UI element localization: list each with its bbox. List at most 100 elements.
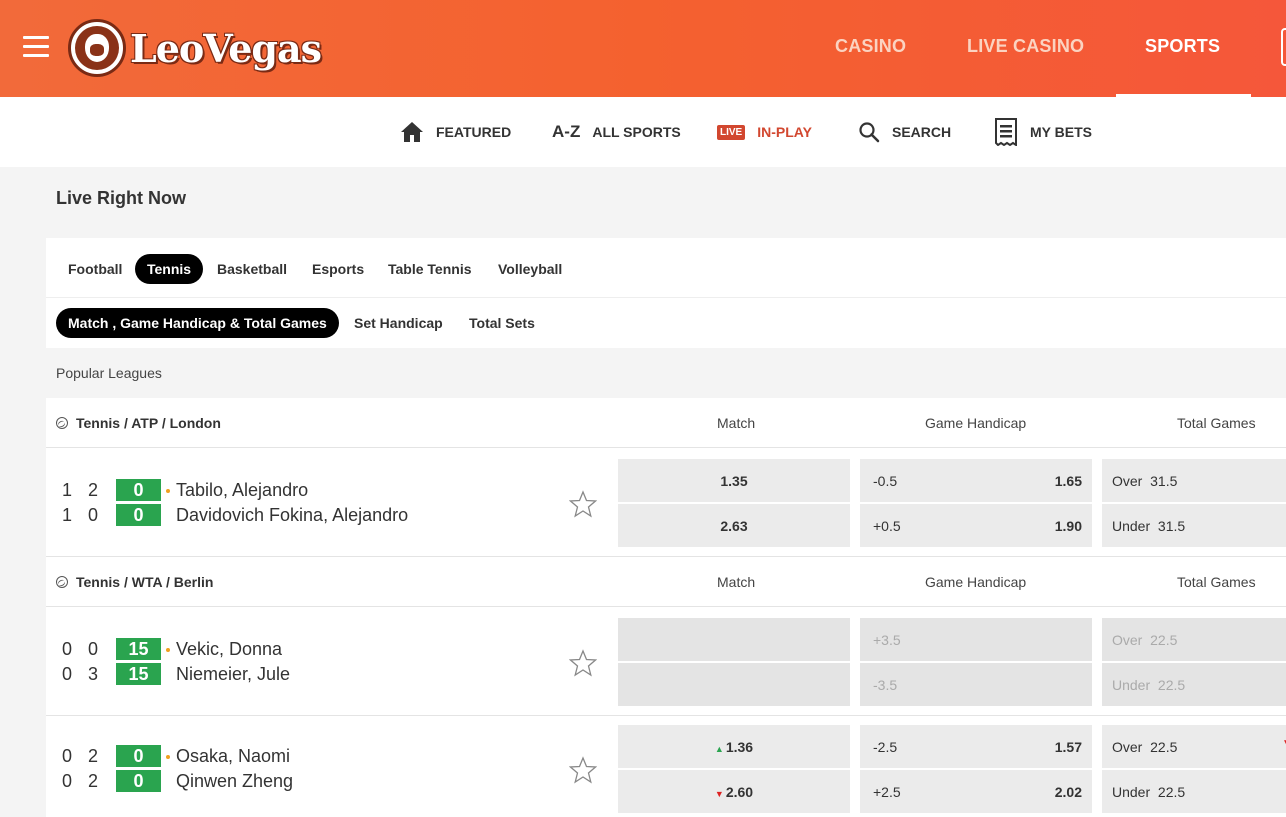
- serve-indicator: [166, 648, 170, 652]
- subnav-featured-label: FEATURED: [436, 124, 512, 140]
- subnav-featured[interactable]: FEATURED: [400, 97, 511, 167]
- league-name: Tennis / ATP / London: [56, 415, 221, 431]
- p2-set2: 0: [87, 505, 98, 525]
- league-header[interactable]: Tennis / ATP / London Match Game Handica…: [46, 398, 1286, 448]
- odd-button-p2-win: [618, 663, 850, 706]
- p2-points: 0: [116, 770, 161, 792]
- player-name: Qinwen Zheng: [176, 771, 294, 791]
- player-name: Davidovich Fokina, Alejandro: [176, 505, 409, 525]
- account-button[interactable]: [1281, 28, 1286, 66]
- league-title: Tennis / ATP / London: [76, 414, 221, 431]
- handicap-line: -2.5: [873, 738, 898, 755]
- favorite-star-icon[interactable]: [569, 490, 597, 518]
- odd-button-handicap-p2[interactable]: +2.5 2.02: [860, 770, 1092, 813]
- odd-button-p2-win[interactable]: 2.63: [618, 504, 850, 547]
- subnav-all-sports[interactable]: A-Z ALL SPORTS: [552, 97, 681, 167]
- subnav-my-bets-label: MY BETS: [1030, 124, 1092, 140]
- total-label: Under 22.5: [1112, 676, 1186, 693]
- col-game-handicap: Game Handicap: [925, 414, 1027, 431]
- betslip-icon: [994, 118, 1018, 146]
- nav-live-casino[interactable]: LIVE CASINO: [967, 36, 1084, 57]
- odd-button-under[interactable]: Under 31.5: [1102, 504, 1286, 547]
- tab-volleyball[interactable]: Volleyball: [486, 254, 574, 284]
- odd-button-handicap-p1[interactable]: -2.5 1.57: [860, 725, 1092, 768]
- total-label: Over 31.5: [1112, 472, 1178, 489]
- odd-value: 2.02: [1054, 783, 1082, 800]
- home-icon: [400, 121, 424, 143]
- league-name: Tennis / WTA / Berlin: [56, 574, 213, 590]
- p2-points: 0: [116, 504, 161, 526]
- handicap-line: +2.5: [873, 783, 901, 800]
- odd-button-p1-win[interactable]: ▲ 1.36: [618, 725, 850, 768]
- p1-set2: 2: [87, 746, 98, 766]
- odd-value: 1.57: [1054, 738, 1082, 755]
- trend-down-icon: ▼: [1282, 738, 1286, 749]
- p2-set2: 2: [87, 771, 98, 791]
- odd-button-p1-win: [618, 618, 850, 661]
- odd-button-over: Over 22.5: [1102, 618, 1286, 661]
- serve-indicator: [166, 489, 170, 493]
- odd-value: 1.65: [1054, 472, 1082, 489]
- p2-set1: 0: [61, 664, 72, 684]
- odd-value: 1.90: [1054, 517, 1082, 534]
- tab-market-match[interactable]: Match , Game Handicap & Total Games: [56, 308, 339, 338]
- odd-button-handicap-p1: +3.5: [860, 618, 1092, 661]
- p2-set2: 3: [87, 664, 98, 684]
- popular-leagues-label: Popular Leagues: [0, 348, 1286, 398]
- p1-set2: 2: [87, 480, 98, 500]
- tab-basketball[interactable]: Basketball: [205, 254, 299, 284]
- tab-market-set-handicap[interactable]: Set Handicap: [342, 308, 455, 338]
- brand-logo[interactable]: LeoVegas: [68, 18, 322, 78]
- trend-up-icon: ▲: [714, 743, 724, 754]
- subnav-my-bets[interactable]: MY BETS: [994, 97, 1092, 167]
- p2-points: 15: [116, 663, 161, 685]
- odd-button-p1-win[interactable]: 1.35: [618, 459, 850, 502]
- odd-button-p2-win[interactable]: ▼ 2.60: [618, 770, 850, 813]
- handicap-line: -0.5: [873, 472, 898, 489]
- live-icon: LIVE: [717, 124, 746, 140]
- nav-casino[interactable]: CASINO: [835, 36, 906, 57]
- match-row[interactable]: 1 2 0 Tabilo, Alejandro 1 0 0 Davidovich…: [46, 448, 1286, 557]
- odd-button-handicap-p2[interactable]: +0.5 1.90: [860, 504, 1092, 547]
- p1-points: 15: [116, 638, 161, 660]
- odd-button-over[interactable]: Over 31.5: [1102, 459, 1286, 502]
- subnav-in-play[interactable]: LIVE IN-PLAY: [717, 97, 812, 167]
- p1-points: 0: [116, 479, 161, 501]
- tab-market-total-sets[interactable]: Total Sets: [457, 308, 547, 338]
- menu-icon[interactable]: [23, 36, 49, 58]
- p1-set2: 0: [87, 639, 98, 659]
- odd-value: ▼ 2.60: [714, 783, 754, 800]
- odd-button-over[interactable]: Over 22.5: [1102, 725, 1286, 768]
- subnav-search-label: SEARCH: [892, 124, 952, 140]
- total-label: Under 31.5: [1112, 517, 1186, 534]
- odd-button-handicap-p1[interactable]: -0.5 1.65: [860, 459, 1092, 502]
- league-title: Tennis / WTA / Berlin: [76, 573, 214, 590]
- match-row[interactable]: 0 2 0 Osaka, Naomi 0 2 0 Qinwen Zheng ▲ 1…: [46, 716, 1286, 817]
- tab-esports[interactable]: Esports: [300, 254, 376, 284]
- league-header[interactable]: Tennis / WTA / Berlin Match Game Handica…: [46, 557, 1286, 607]
- favorite-star-icon[interactable]: [569, 756, 597, 784]
- tab-football[interactable]: Football: [56, 254, 134, 284]
- top-bar: LeoVegas CASINO LIVE CASINO SPORTS: [0, 0, 1286, 97]
- player-name: Osaka, Naomi: [176, 746, 291, 766]
- total-label: Under 22.5: [1112, 783, 1186, 800]
- nav-sports[interactable]: SPORTS: [1145, 36, 1220, 57]
- tennis-ball-icon: [56, 416, 68, 429]
- col-total-games: Total Games: [1177, 573, 1256, 590]
- p2-set1: 1: [61, 505, 72, 525]
- player-name: Tabilo, Alejandro: [176, 480, 309, 500]
- match-row[interactable]: 0 0 15 Vekic, Donna 0 3 15 Niemeier, Jul…: [46, 607, 1286, 716]
- favorite-star-icon[interactable]: [569, 649, 597, 677]
- subnav-all-sports-label: ALL SPORTS: [592, 124, 681, 140]
- lion-logo-icon: [68, 19, 126, 77]
- tab-tennis[interactable]: Tennis: [135, 254, 204, 284]
- sport-tabs: Football Tennis Basketball Esports Table…: [46, 238, 1286, 298]
- odd-value: 1.35: [720, 472, 748, 489]
- live-events-panel: Football Tennis Basketball Esports Table…: [0, 238, 1286, 817]
- market-tabs: Match , Game Handicap & Total Games Set …: [46, 298, 1286, 348]
- subnav-search[interactable]: SEARCH: [858, 97, 951, 167]
- tab-table-tennis[interactable]: Table Tennis: [376, 254, 484, 284]
- odd-button-under[interactable]: Under 22.5: [1102, 770, 1286, 813]
- p1-set1: 0: [61, 746, 72, 766]
- p1-set1: 0: [61, 639, 72, 659]
